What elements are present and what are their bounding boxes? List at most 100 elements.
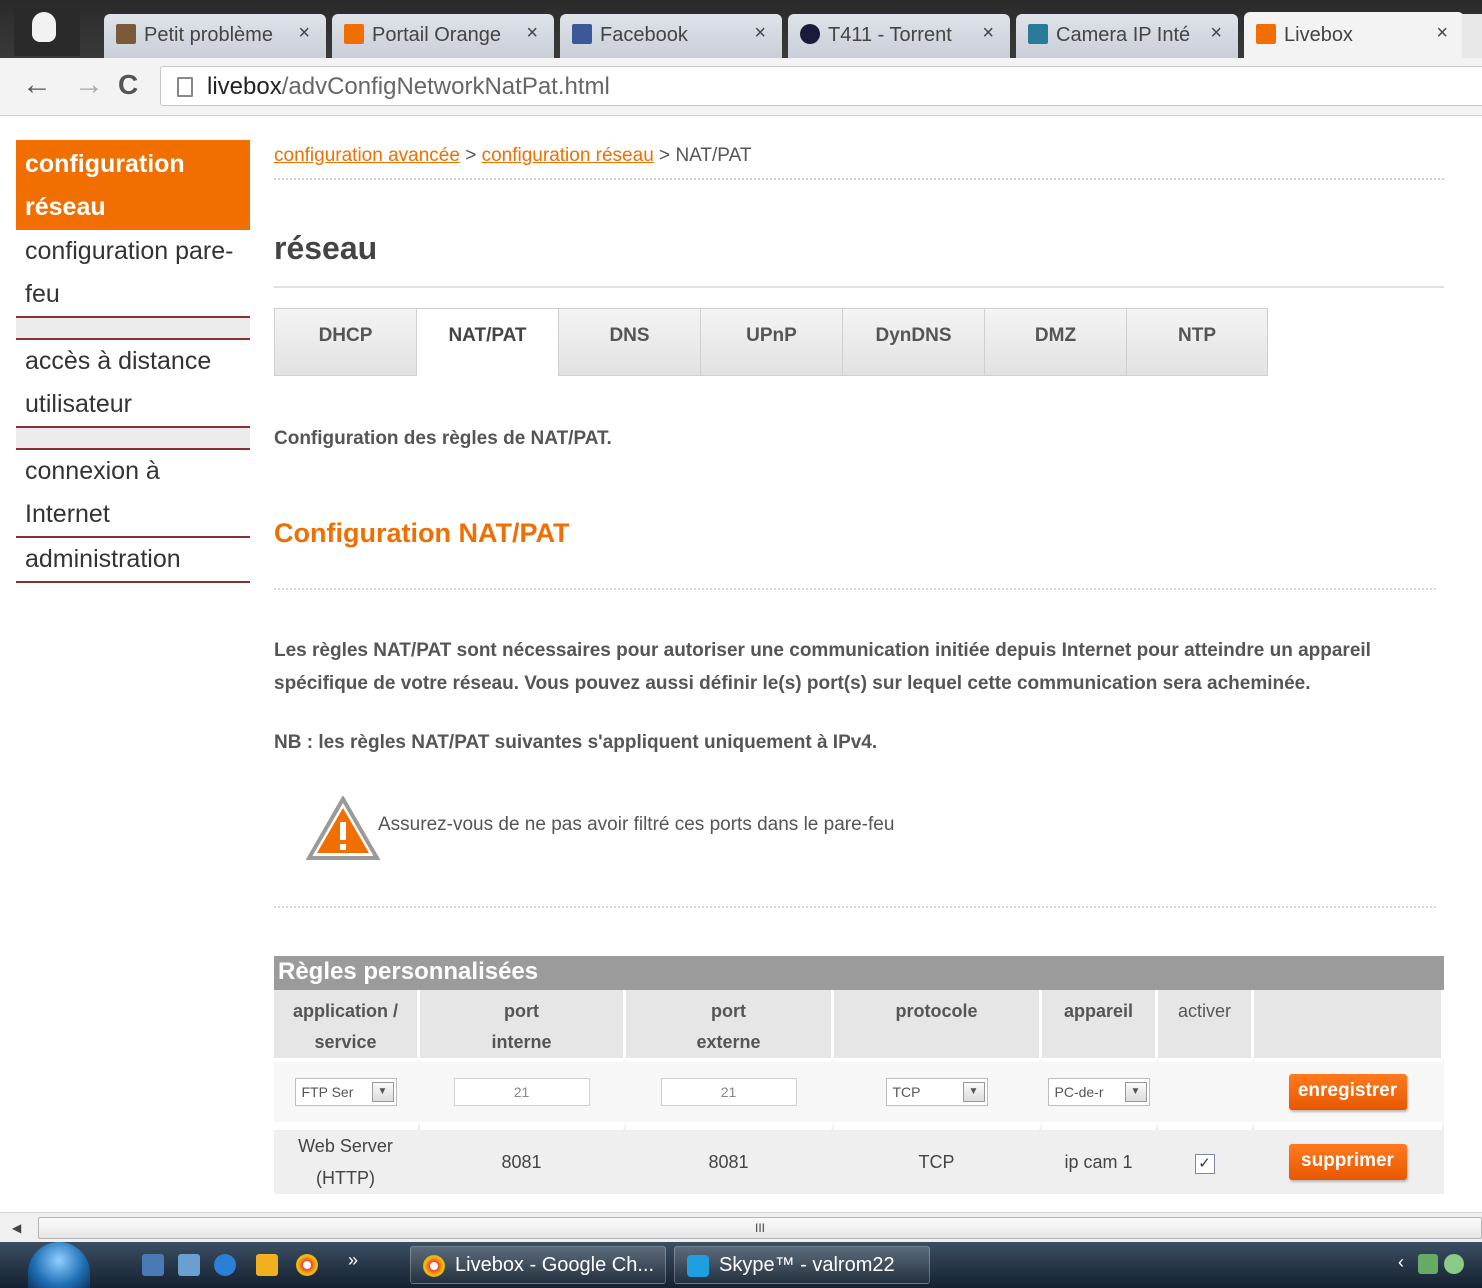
browser-tab-facebook[interactable]: Facebook × [560, 14, 782, 58]
network-icon[interactable] [1418, 1254, 1438, 1274]
scrollbar-thumb[interactable]: III [38, 1217, 1482, 1239]
dotted-divider [274, 906, 1436, 908]
col-header-application: application / service [274, 990, 420, 1058]
page-icon [177, 77, 193, 97]
section-title: Configuration NAT/PAT [274, 518, 570, 548]
back-icon[interactable]: ← [22, 70, 52, 100]
tab-close-icon[interactable]: × [1436, 22, 1448, 45]
internet-explorer-icon[interactable] [214, 1254, 236, 1276]
col-header-appareil: appareil [1042, 990, 1158, 1058]
tab-close-icon[interactable]: × [982, 22, 994, 45]
browser-tab-petit-probleme[interactable]: Petit problème × [104, 14, 326, 58]
taskbar-button-chrome[interactable]: Livebox - Google Ch... [410, 1246, 666, 1284]
chrome-icon [423, 1255, 445, 1277]
warning-text: Assurez-vous de ne pas avoir filtré ces … [378, 814, 895, 835]
tab-title: T411 - Torrent [828, 24, 952, 46]
tab-dmz[interactable]: DMZ [984, 308, 1126, 376]
tab-title: Facebook [600, 24, 688, 46]
tray-app-icon[interactable] [1444, 1254, 1464, 1274]
cell-device: ip cam 1 [1042, 1122, 1158, 1194]
sidebar-divider [16, 318, 250, 340]
show-desktop-icon[interactable] [142, 1254, 164, 1276]
table-row: Web Server (HTTP) 8081 8081 TCP ip cam 1 … [274, 1122, 1444, 1194]
system-tray: ‹ [1386, 1250, 1482, 1280]
col-header-protocole: protocole [834, 990, 1042, 1058]
tab-close-icon[interactable]: × [754, 22, 766, 45]
tab-favicon-icon [1028, 24, 1048, 44]
browser-tab-t411[interactable]: T411 - Torrent × [788, 14, 1010, 58]
new-rule-row: FTP Ser ▼ 21 21 TCP ▼ PC-de-r ▼ enregistrer [274, 1058, 1444, 1122]
description-text: Les règles NAT/PAT sont nécessaires pour… [274, 640, 1371, 694]
horizontal-scrollbar[interactable]: ◀ III [0, 1212, 1482, 1242]
save-rule-button[interactable]: enregistrer [1288, 1074, 1407, 1110]
config-tabs: DHCP NAT/PAT DNS UPnP DynDNS DMZ NTP [274, 308, 1268, 376]
browser-tab-portail-orange[interactable]: Portail Orange × [332, 14, 554, 58]
forward-icon[interactable]: → [74, 70, 104, 100]
main-content: configuration avancée > configuration ré… [274, 140, 1444, 1194]
tab-dns[interactable]: DNS [558, 308, 700, 376]
more-quicklaunch-icon[interactable]: » [348, 1250, 358, 1271]
port-externe-input[interactable]: 21 [660, 1078, 797, 1106]
tab-favicon-icon [116, 24, 136, 44]
url-text: livebox/advConfigNetworkNatPat.html [207, 73, 610, 100]
reload-icon[interactable]: C [118, 70, 138, 100]
sidebar-item-connexion-internet[interactable]: connexion à Internet [16, 450, 250, 538]
col-header-activer: activer [1158, 990, 1254, 1058]
tab-favicon-icon [344, 24, 364, 44]
service-select[interactable]: FTP Ser ▼ [294, 1078, 397, 1106]
device-select[interactable]: PC-de-r ▼ [1047, 1078, 1150, 1106]
sidebar: configuration réseau configuration pare-… [16, 140, 250, 583]
chevron-down-icon: ▼ [371, 1082, 394, 1102]
protocol-select[interactable]: TCP ▼ [885, 1078, 988, 1106]
scroll-left-icon[interactable]: ◀ [12, 1221, 21, 1235]
tab-dyndns[interactable]: DynDNS [842, 308, 984, 376]
breadcrumb-separator: > [465, 145, 477, 166]
table-header-row: application / service port interne port ext… [274, 990, 1444, 1058]
browser-tab-strip: Petit problème × Portail Orange × Facebo… [0, 0, 1482, 60]
warning-icon [306, 796, 380, 860]
tab-nat-pat[interactable]: NAT/PAT [416, 308, 558, 376]
tab-close-icon[interactable]: × [1210, 22, 1222, 45]
tab-favicon-icon [572, 24, 592, 44]
cell-service: Web Server (HTTP) [274, 1122, 420, 1194]
tab-close-icon[interactable]: × [298, 22, 310, 45]
switch-windows-icon[interactable] [178, 1254, 200, 1276]
sidebar-item-configuration-pare-feu[interactable]: configuration pare-feu [16, 230, 250, 318]
browser-tab-livebox[interactable]: Livebox × [1244, 12, 1464, 60]
sidebar-item-administration[interactable]: administration [16, 538, 250, 583]
breadcrumb-current: NAT/PAT [675, 145, 752, 166]
tab-title: Camera IP Inté [1056, 24, 1191, 46]
dotted-divider [274, 588, 1436, 590]
tab-upnp[interactable]: UPnP [700, 308, 842, 376]
tab-title: Portail Orange [372, 24, 501, 46]
browser-toolbar: ← → C livebox/advConfigNetworkNatPat.htm… [0, 58, 1482, 116]
breadcrumb-separator: > [659, 145, 671, 166]
new-tab-button[interactable] [1462, 14, 1482, 58]
tab-dhcp[interactable]: DHCP [274, 308, 416, 376]
quicklaunch-app-icon[interactable] [256, 1254, 278, 1276]
port-interne-input[interactable]: 21 [453, 1078, 590, 1106]
chevron-down-icon: ▼ [1124, 1082, 1147, 1102]
intro-text: Configuration des règles de NAT/PAT. [274, 428, 612, 449]
delete-rule-button[interactable]: supprimer [1288, 1144, 1407, 1180]
sidebar-item-acces-distance[interactable]: accès à distance utilisateur [16, 340, 250, 428]
profile-avatar[interactable] [14, 8, 80, 56]
chrome-icon[interactable] [296, 1254, 318, 1276]
sidebar-item-configuration-reseau[interactable]: configuration réseau [16, 140, 250, 230]
chevron-down-icon: ▼ [962, 1082, 985, 1102]
skype-icon [687, 1255, 709, 1277]
page-title: réseau [274, 230, 378, 266]
breadcrumb-link-configuration-reseau[interactable]: configuration réseau [482, 145, 654, 166]
browser-tab-camera-ip[interactable]: Camera IP Inté × [1016, 14, 1238, 58]
breadcrumb-link-configuration-avancee[interactable]: configuration avancée [274, 145, 460, 166]
activate-checkbox[interactable]: ✓ [1194, 1154, 1215, 1174]
start-button-icon[interactable] [28, 1242, 90, 1288]
tray-expand-icon[interactable]: ‹ [1398, 1252, 1404, 1273]
cell-port-interne: 8081 [420, 1122, 626, 1194]
tab-ntp[interactable]: NTP [1126, 308, 1268, 376]
address-bar[interactable]: livebox/advConfigNetworkNatPat.html [160, 66, 1482, 106]
tab-title: Livebox [1284, 24, 1353, 46]
tab-close-icon[interactable]: × [526, 22, 538, 45]
col-header-port-externe: port externe [626, 990, 834, 1058]
taskbar-button-skype[interactable]: Skype™ - valrom22 [674, 1246, 930, 1284]
